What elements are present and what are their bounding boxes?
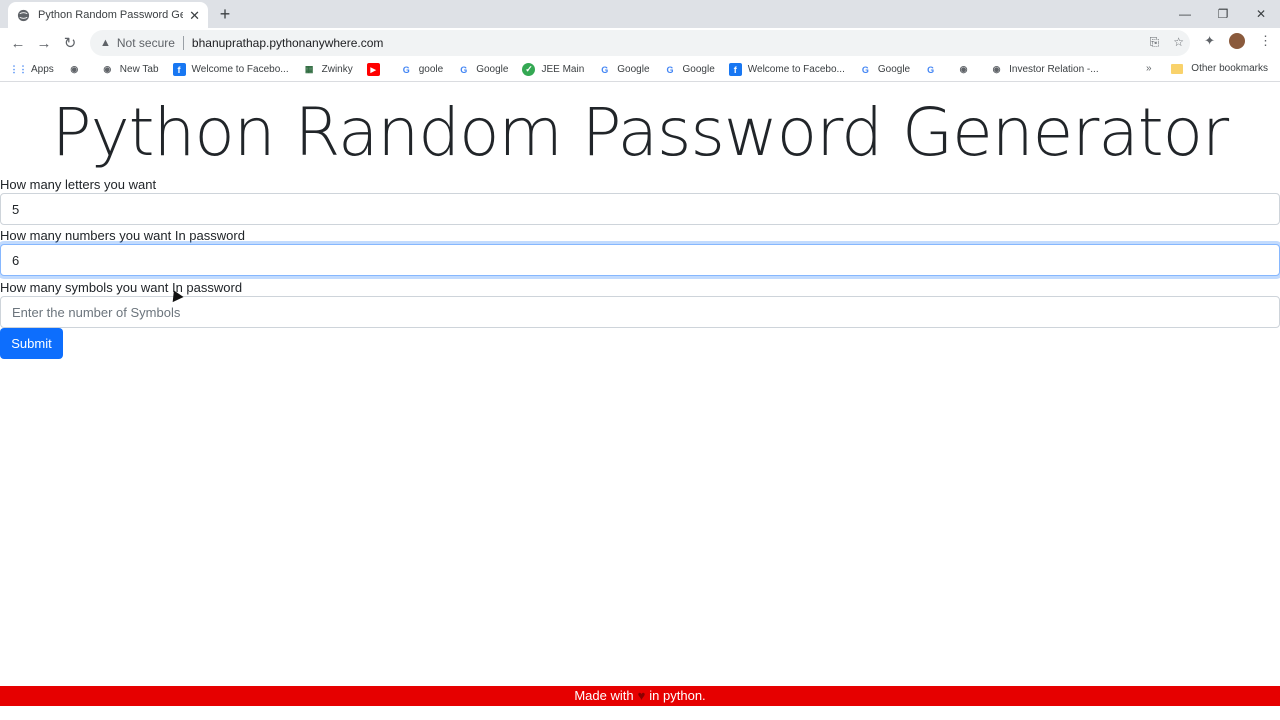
- close-icon[interactable]: ✕: [189, 9, 200, 22]
- minimize-icon[interactable]: —: [1166, 0, 1204, 28]
- browser-tab-bar: Python Random Password Gener ✕ + — ❐ ✕: [0, 0, 1280, 28]
- google-icon: G: [861, 64, 869, 75]
- bookmark-label: New Tab: [119, 64, 159, 75]
- bookmark-label: Investor Relation -...: [1009, 64, 1099, 75]
- globe-icon: [16, 8, 30, 22]
- more-bookmarks-icon[interactable]: »: [1146, 63, 1152, 74]
- bookmark-item[interactable]: G: [924, 63, 943, 76]
- bookmark-label: JEE Main: [541, 64, 585, 75]
- jee-icon: ✓: [522, 63, 536, 76]
- address-bar[interactable]: ▲ Not secure bhanuprathap.pythonanywhere…: [90, 30, 1190, 56]
- numbers-input[interactable]: [0, 244, 1280, 276]
- window-close-icon[interactable]: ✕: [1242, 0, 1280, 28]
- footer-prefix: Made with: [574, 688, 634, 703]
- submit-button[interactable]: Submit: [0, 328, 63, 359]
- bookmark-label: Google: [877, 64, 911, 75]
- bookmark-label: Welcome to Facebo...: [191, 64, 289, 75]
- bookmark-label: Google: [476, 64, 509, 75]
- bookmark-item[interactable]: G Google: [598, 63, 649, 76]
- other-bookmarks-label: Other bookmarks: [1191, 63, 1268, 74]
- window-controls: — ❐ ✕: [1166, 0, 1280, 28]
- google-icon: G: [927, 64, 935, 75]
- other-bookmarks[interactable]: Other bookmarks: [1171, 63, 1268, 74]
- apps-icon: ⋮⋮: [9, 64, 28, 74]
- bookmark-label: Google: [682, 64, 715, 75]
- back-icon[interactable]: ←: [5, 30, 31, 56]
- page-title: Python Random Password Generator: [51, 94, 1229, 171]
- bookmark-label: Welcome to Facebo...: [747, 64, 845, 75]
- restore-icon[interactable]: ❐: [1204, 0, 1242, 28]
- tab-title: Python Random Password Gener: [38, 9, 183, 21]
- extensions-icon[interactable]: ✦: [1204, 33, 1215, 49]
- translate-icon[interactable]: ⎘: [1150, 35, 1160, 50]
- bookmark-item[interactable]: ◉: [68, 63, 87, 76]
- bookmark-item[interactable]: ✓ JEE Main: [522, 63, 584, 76]
- bookmark-item[interactable]: f Welcome to Facebo...: [728, 63, 845, 76]
- warning-icon: ▲: [100, 37, 111, 49]
- letters-input[interactable]: [0, 193, 1280, 225]
- bookmark-item[interactable]: ▶: [366, 63, 386, 76]
- bookmark-item[interactable]: ◉: [957, 63, 976, 76]
- security-status: Not secure: [116, 36, 175, 50]
- globe-icon: ◉: [959, 64, 968, 74]
- url-text: bhanuprathap.pythonanywhere.com: [191, 36, 384, 50]
- heart-icon: ♥: [637, 688, 646, 703]
- divider: [182, 36, 184, 50]
- bookmark-label: Apps: [31, 64, 54, 75]
- bookmark-item[interactable]: ⋮⋮ Apps: [9, 63, 54, 76]
- menu-icon[interactable]: ⋮: [1259, 33, 1272, 49]
- letters-label: How many letters you want: [0, 177, 157, 192]
- bookmark-item[interactable]: f Welcome to Facebo...: [172, 63, 289, 76]
- reload-icon[interactable]: ↻: [57, 30, 83, 56]
- google-icon: G: [402, 64, 410, 75]
- browser-tab[interactable]: Python Random Password Gener ✕: [8, 2, 208, 28]
- bookmark-item[interactable]: ▦ Zwinky: [303, 63, 353, 76]
- bookmark-item[interactable]: G Google: [664, 63, 715, 76]
- bookmark-item[interactable]: G Google: [457, 63, 508, 76]
- globe-icon: ◉: [992, 64, 1001, 74]
- bookmark-item[interactable]: ◉ New Tab: [101, 63, 159, 76]
- new-tab-icon[interactable]: +: [216, 5, 234, 23]
- bookmarks-bar: ⋮⋮ Apps ◉ ◉ New Tab f Welcome to Facebo... ▦ Zwi…: [0, 58, 1280, 82]
- footer-suffix: in python.: [649, 688, 706, 703]
- page-content: Python Random Password Generator How man…: [0, 86, 1280, 720]
- bookmark-label: Zwinky: [321, 64, 353, 75]
- folder-icon: [1171, 63, 1184, 74]
- forward-icon[interactable]: →: [31, 30, 57, 56]
- star-icon[interactable]: ☆: [1173, 35, 1184, 50]
- bookmark-label: Google: [617, 64, 650, 75]
- youtube-icon: ▶: [366, 63, 380, 76]
- bookmark-item[interactable]: Ggoole: [400, 63, 443, 76]
- google-icon: G: [460, 64, 468, 75]
- globe-icon: ◉: [70, 64, 79, 74]
- google-icon: G: [601, 64, 609, 75]
- browser-toolbar: ← → ↻ ▲ Not secure bhanuprathap.pythonan…: [0, 28, 1280, 58]
- footer: Made with ♥ in python.: [0, 686, 1280, 706]
- symbols-label: How many symbols you want In password: [0, 280, 243, 295]
- symbols-input[interactable]: [0, 296, 1280, 328]
- bookmark-item[interactable]: G Google: [859, 63, 910, 76]
- globe-icon: ◉: [103, 64, 112, 74]
- zwinky-icon: ▦: [304, 64, 314, 74]
- numbers-label: How many numbers you want In password: [0, 228, 245, 243]
- facebook-icon: f: [172, 63, 186, 76]
- google-icon: G: [666, 64, 674, 75]
- facebook-icon: f: [728, 63, 742, 76]
- avatar[interactable]: [1229, 33, 1245, 49]
- bookmark-label: goole: [418, 64, 444, 75]
- bookmark-item[interactable]: ◉ Investor Relation -...: [990, 63, 1099, 76]
